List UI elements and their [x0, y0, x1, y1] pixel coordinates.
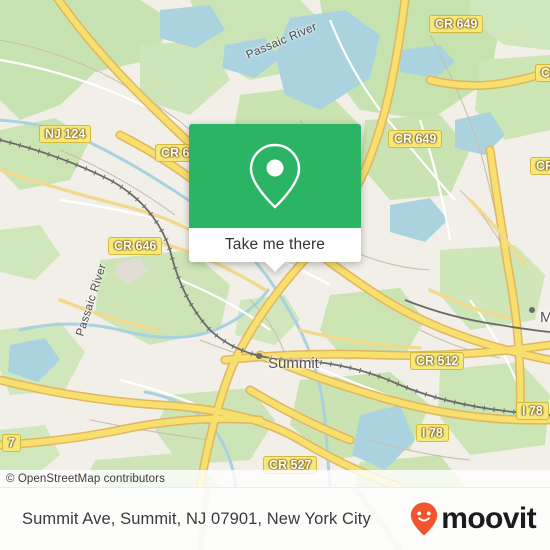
route-shield: CR 512: [410, 352, 465, 370]
route-shield: NJ 124: [39, 125, 92, 143]
map-place-label: M: [540, 309, 550, 326]
map-place-label: Summit: [268, 355, 319, 372]
route-shield: CR 527: [530, 157, 550, 175]
moovit-pin-smiley-icon: [411, 502, 438, 536]
route-shield: 7: [2, 434, 21, 452]
location-title: Summit Ave, Summit, NJ 07901, New York C…: [22, 509, 371, 528]
route-shield-label: NJ 124: [45, 127, 86, 141]
destination-popup-card[interactable]: Take me there: [189, 124, 361, 272]
route-shield-label: CR 527: [536, 159, 550, 173]
route-shield: I 78: [416, 424, 449, 442]
popup-footer[interactable]: Take me there: [189, 228, 361, 272]
screenshot-root: CR 649CR 510NJ 124CR 607CR 649CR 527CR 6…: [0, 0, 550, 550]
route-shield-label: CR 512: [416, 354, 459, 368]
route-shield-label: I 78: [522, 404, 543, 418]
route-shield-label: CR 649: [435, 17, 478, 31]
route-shield: CR 646: [108, 237, 163, 255]
osm-attribution[interactable]: © OpenStreetMap contributors: [0, 470, 550, 487]
osm-attribution-text: © OpenStreetMap contributors: [6, 472, 165, 485]
popup-pointer-tail: [264, 261, 286, 272]
route-shield-label: I 78: [422, 426, 443, 440]
route-shield-label: 7: [8, 436, 15, 450]
route-shield-label: CR 646: [114, 239, 157, 253]
moovit-brand[interactable]: moovit: [409, 501, 537, 537]
route-shield: CR 649: [429, 15, 484, 33]
map-pin-icon: [249, 143, 301, 209]
route-shield-label: CR 649: [394, 132, 437, 146]
take-me-there-button[interactable]: Take me there: [225, 236, 325, 254]
page-footer: Summit Ave, Summit, NJ 07901, New York C…: [0, 487, 550, 550]
route-shield: I 78: [516, 402, 549, 420]
route-shield: CR 510: [535, 64, 550, 82]
popup-header: [189, 124, 361, 228]
moovit-wordmark: moovit: [441, 502, 536, 535]
route-shield: CR 649: [388, 130, 443, 148]
route-shield-label: CR 510: [541, 66, 550, 80]
